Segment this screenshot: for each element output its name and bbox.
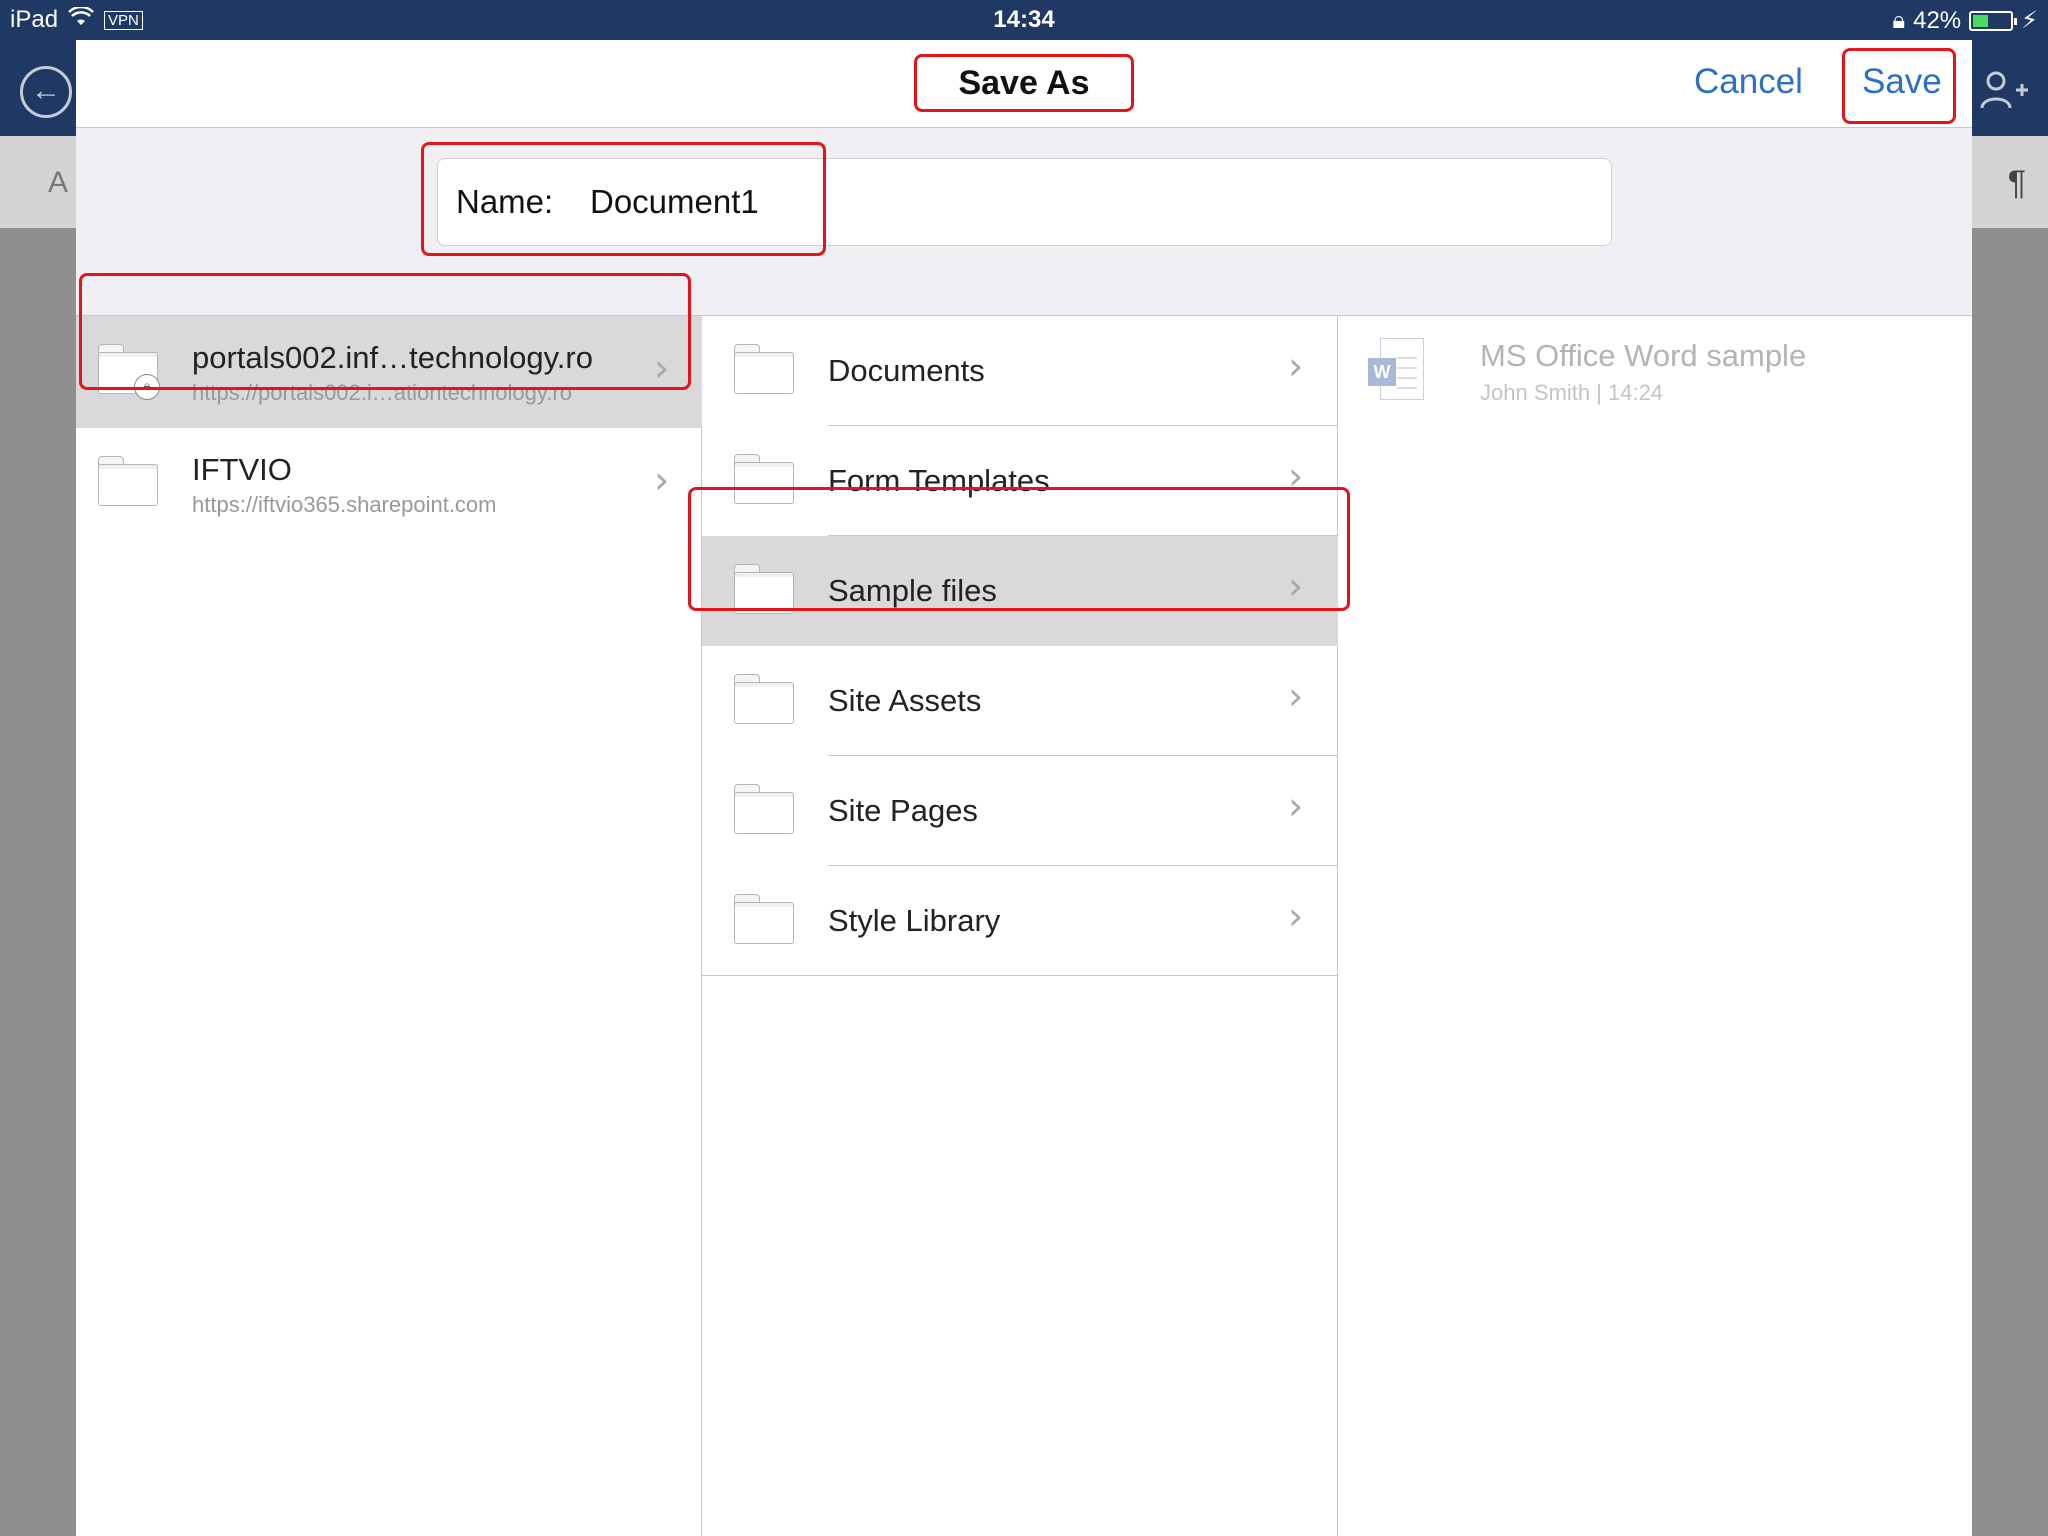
list-end-divider [702,975,1338,976]
folder-label: Site Pages [828,793,978,828]
chevron-right-icon: › [1288,344,1304,388]
name-input[interactable]: Document1 [590,183,759,221]
folder-row-site-pages[interactable]: Site Pages › [702,756,1338,866]
orientation-lock-icon: 🔒︎ [1892,6,1906,34]
folder-icon [734,784,794,834]
location-row-iftvio[interactable]: IFTVIO https://iftvio365.sharepoint.com … [76,428,702,540]
folder-row-form-templates[interactable]: Form Templates › [702,426,1338,536]
location-url: https://iftvio365.sharepoint.com [192,492,497,517]
file-row: W MS Office Word sample John Smith | 14:… [1338,316,1972,426]
save-button[interactable]: Save [1862,62,1942,102]
add-person-icon[interactable] [1980,70,2028,119]
chevron-right-icon: › [1288,784,1304,828]
folder-icon [734,454,794,504]
folders-column: Documents › Form Templates › Sample file… [702,316,1338,1536]
font-glyph: A [48,166,69,199]
folder-row-sample-files[interactable]: Sample files › [702,536,1338,646]
paragraph-mark-icon[interactable]: ¶ [2008,164,2026,203]
folder-icon: 🔒︎ [98,344,160,400]
location-title: portals002.inf…technology.ro [192,340,593,375]
chevron-right-icon: › [654,458,670,502]
browser-columns: 🔒︎ portals002.inf…technology.ro https://… [76,316,1972,1536]
folder-icon [734,674,794,724]
folder-label: Documents [828,353,985,388]
locations-column: 🔒︎ portals002.inf…technology.ro https://… [76,316,702,1536]
location-title: IFTVIO [192,452,292,487]
name-field[interactable]: Name: Document1 [437,158,1612,246]
chevron-right-icon: › [1288,894,1304,938]
folder-row-site-assets[interactable]: Site Assets › [702,646,1338,756]
folder-label: Site Assets [828,683,982,718]
folder-icon [98,456,158,506]
folder-label: Style Library [828,903,1001,938]
cancel-button[interactable]: Cancel [1694,62,1803,102]
folder-label: Sample files [828,573,997,608]
status-time: 14:34 [993,6,1055,33]
dialog-title: Save As [958,64,1090,102]
charging-icon: ⚡︎ [2021,7,2038,34]
name-area: Name: Document1 [76,128,1972,316]
chevron-right-icon: › [1288,564,1304,608]
folder-row-style-library[interactable]: Style Library › [702,866,1338,976]
lock-icon: 🔒︎ [134,374,160,400]
battery-percent: 42% [1913,6,1962,34]
file-name: MS Office Word sample [1480,338,1807,373]
folder-icon [734,564,794,614]
location-url: https://portals002.i…ationtechnology.ro [192,380,572,405]
name-label: Name: [456,183,554,220]
files-column: W MS Office Word sample John Smith | 14:… [1338,316,1972,1536]
battery-icon [1969,10,2018,31]
location-row-portals002[interactable]: 🔒︎ portals002.inf…technology.ro https://… [76,316,702,428]
folder-label: Form Templates [828,463,1050,498]
dialog-header: Save As Cancel Save [76,40,1972,128]
word-document-icon: W [1368,338,1428,402]
chevron-right-icon: › [654,346,670,390]
folder-icon [734,344,794,394]
file-meta: John Smith | 14:24 [1480,380,1664,405]
chevron-right-icon: › [1288,674,1304,718]
save-as-dialog: Save As Cancel Save Name: Document1 🔒︎ p… [76,40,1972,1536]
folder-row-documents[interactable]: Documents › [702,316,1338,426]
chevron-right-icon: › [1288,454,1304,498]
status-bar: iPad VPN 14:34 🔒︎ 42% ⚡︎ [0,0,2048,40]
back-arrow-icon[interactable]: ← [20,66,72,118]
folder-icon [734,894,794,944]
